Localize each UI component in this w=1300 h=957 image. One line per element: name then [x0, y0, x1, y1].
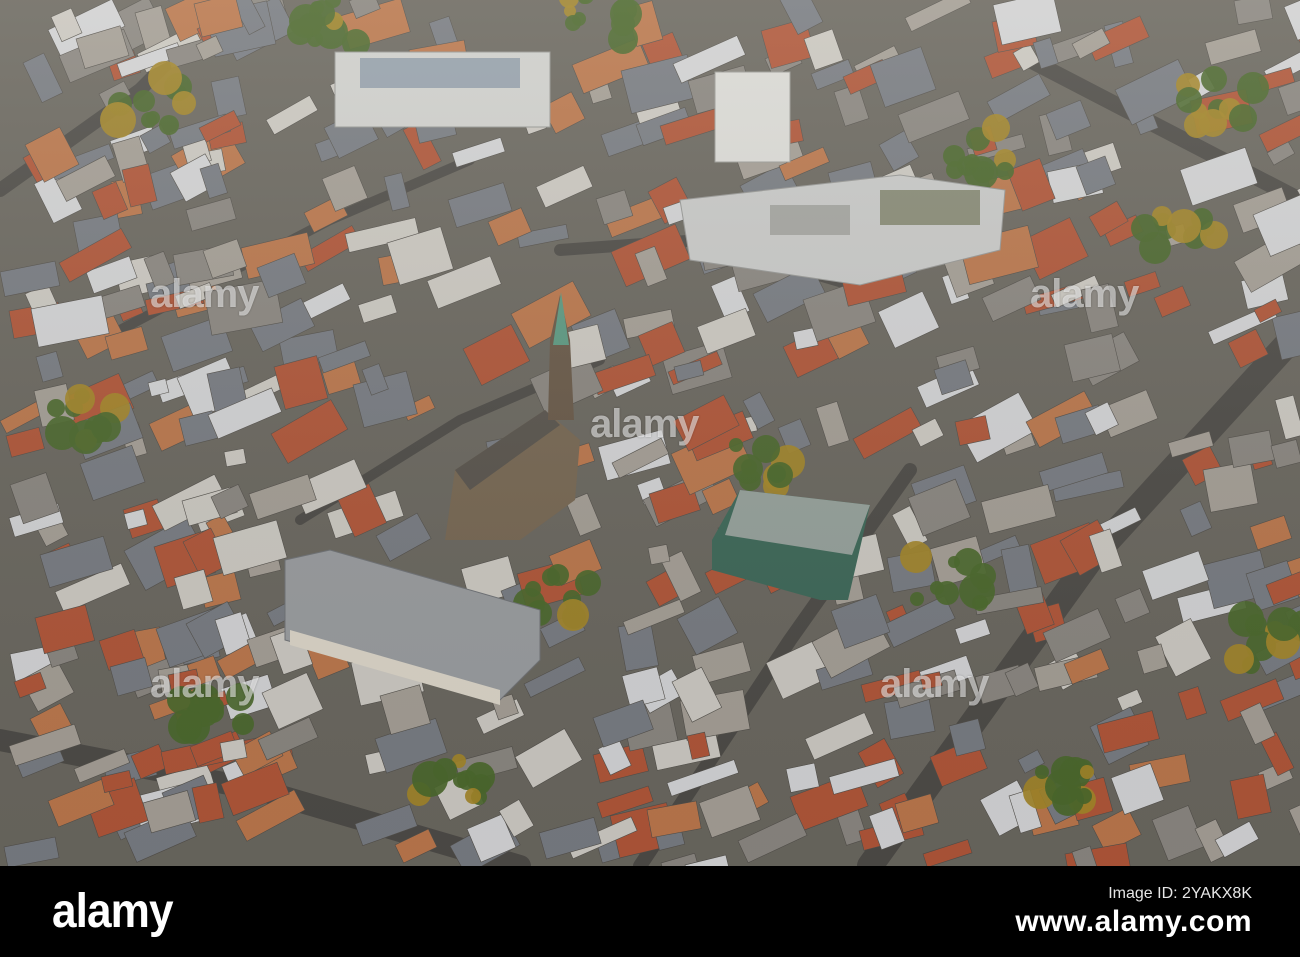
aerial-city-scene	[0, 0, 1300, 866]
image-id: Image ID: 2YAKX8K	[1108, 885, 1252, 902]
footer-bar: alamy Image ID: 2YAKX8K www.alamy.com	[0, 866, 1300, 957]
atmospheric-haze	[0, 0, 1300, 866]
footer-meta: Image ID: 2YAKX8K www.alamy.com	[1015, 884, 1252, 940]
alamy-logo[interactable]: alamy	[52, 884, 174, 940]
site-url[interactable]: www.alamy.com	[1015, 904, 1252, 940]
aerial-photo: alamy alamy alamy alamy alamy	[0, 0, 1300, 866]
